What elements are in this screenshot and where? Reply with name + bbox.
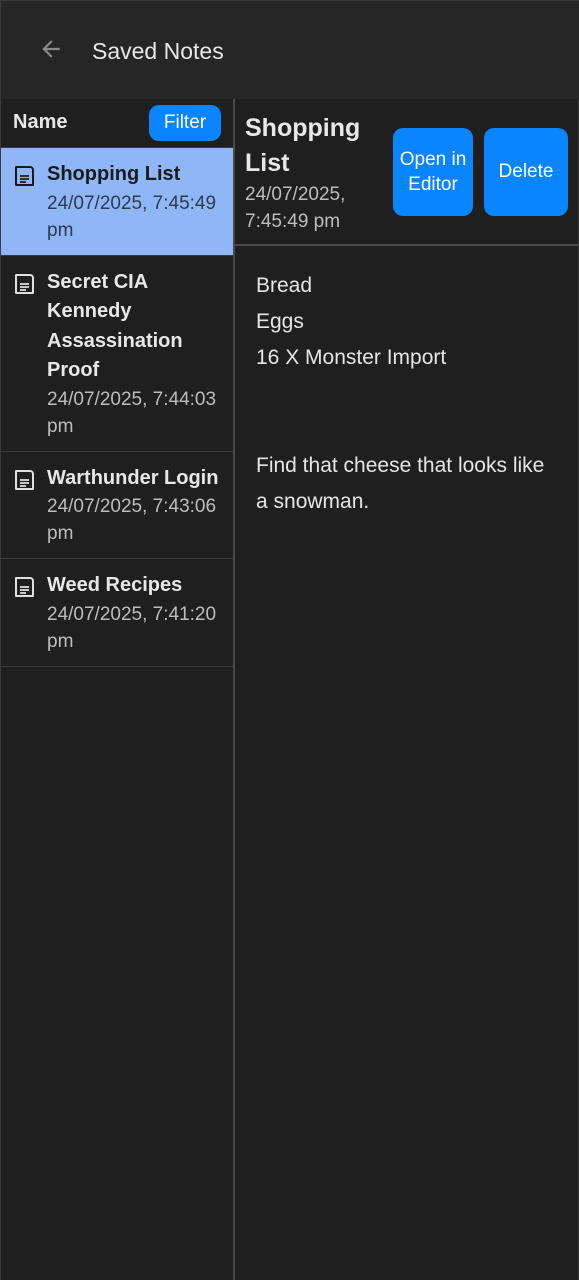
name-column-label: Name xyxy=(13,111,68,133)
note-date: 24/07/2025, 7:41:20 pm xyxy=(47,603,217,652)
note-content-line xyxy=(256,412,556,448)
note-date: 24/07/2025, 7:45:49 pm xyxy=(47,192,217,241)
note-content-line: 16 X Monster Import xyxy=(256,346,447,369)
document-icon xyxy=(15,577,34,597)
note-content-line xyxy=(256,376,556,412)
open-in-editor-button[interactable]: Open in Editor xyxy=(393,128,473,216)
document-icon xyxy=(15,273,34,294)
note-title: Warthunder Login xyxy=(47,466,219,489)
note-list-item[interactable]: Warthunder Login 24/07/2025, 7:43:06 pm xyxy=(1,452,233,559)
note-title: Weed Recipes xyxy=(47,574,183,596)
note-list-item[interactable]: Shopping List 24/07/2025, 7:45:49 pm xyxy=(1,148,233,256)
note-title: Secret CIA Kennedy Assassination Proof xyxy=(47,270,183,382)
note-date: 24/07/2025, 7:43:06 pm xyxy=(47,496,217,544)
back-button[interactable] xyxy=(31,29,71,69)
document-icon xyxy=(15,166,34,186)
note-content: Bread Eggs 16 X Monster Import Find that… xyxy=(256,268,556,520)
app-bar: Saved Notes xyxy=(1,0,579,99)
note-detail-date: 24/07/2025, 7:45:49 pm xyxy=(245,184,346,232)
document-icon xyxy=(15,469,34,490)
note-content-line: Find that cheese that looks like a snowm… xyxy=(256,454,545,513)
list-header: Name Filter xyxy=(1,99,233,148)
note-content-line: Eggs xyxy=(256,310,304,333)
app-screen: Saved Notes Name Filter Shopping List 24… xyxy=(0,0,579,1280)
note-detail-title: Shopping List xyxy=(245,114,361,177)
filter-button[interactable]: Filter xyxy=(149,105,221,141)
delete-button[interactable]: Delete xyxy=(484,128,568,216)
note-content-line: Bread xyxy=(256,274,313,297)
page-title: Saved Notes xyxy=(92,38,224,64)
note-date: 24/07/2025, 7:44:03 pm xyxy=(47,388,217,437)
note-list-item[interactable]: Weed Recipes 24/07/2025, 7:41:20 pm xyxy=(1,559,233,667)
notes-list-pane: Name Filter Shopping List 24/07/2025, 7:… xyxy=(1,99,235,1280)
note-title: Shopping List xyxy=(47,163,181,185)
note-list-item[interactable]: Secret CIA Kennedy Assassination Proof 2… xyxy=(1,256,233,452)
arrow-left-icon xyxy=(42,40,60,58)
note-detail-header: Shopping List 24/07/2025, 7:45:49 pm Ope… xyxy=(235,99,578,246)
